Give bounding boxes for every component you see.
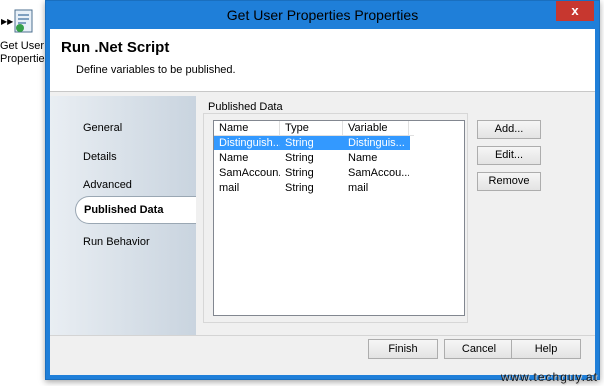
help-button[interactable]: Help bbox=[511, 339, 581, 359]
cell-type: String bbox=[285, 152, 314, 164]
nav-item-advanced[interactable]: Advanced bbox=[83, 179, 132, 191]
nav-item-label: Published Data bbox=[84, 204, 164, 216]
column-header-type[interactable]: Type bbox=[280, 121, 343, 135]
nav-item-details[interactable]: Details bbox=[83, 151, 117, 163]
properties-dialog: Get User Properties Properties x Run .Ne… bbox=[45, 0, 600, 380]
group-label: Published Data bbox=[208, 101, 283, 113]
cancel-button[interactable]: Cancel bbox=[444, 339, 514, 359]
remove-button[interactable]: Remove bbox=[477, 172, 541, 191]
add-button[interactable]: Add... bbox=[477, 120, 541, 139]
watermark: www.techguy.at bbox=[500, 370, 598, 384]
cell-type: String bbox=[285, 167, 314, 179]
table-row[interactable]: mail String mail bbox=[214, 181, 410, 195]
column-header-name[interactable]: Name bbox=[214, 121, 280, 135]
cell-variable: SamAccou... bbox=[348, 167, 409, 179]
script-icon bbox=[14, 9, 33, 33]
nav-item-run-behavior[interactable]: Run Behavior bbox=[83, 236, 150, 248]
finish-button[interactable]: Finish bbox=[368, 339, 438, 359]
cell-type: String bbox=[285, 182, 314, 194]
nav-item-published-data[interactable]: Published Data bbox=[75, 196, 196, 224]
table-row[interactable]: Name String Name bbox=[214, 151, 410, 165]
edit-button[interactable]: Edit... bbox=[477, 146, 541, 165]
cell-variable: Distinguis... bbox=[348, 137, 405, 149]
cell-name: SamAccoun... bbox=[219, 167, 280, 179]
runbook-activity[interactable]: ▶▶ Get User Properties bbox=[0, 0, 48, 80]
cell-variable: mail bbox=[348, 182, 369, 194]
table-row[interactable]: SamAccoun... String SamAccou... bbox=[214, 166, 410, 180]
footer-divider bbox=[50, 335, 595, 336]
window-title: Get User Properties Properties bbox=[226, 7, 419, 23]
cell-type: String bbox=[285, 137, 314, 149]
cell-name: mail bbox=[219, 182, 240, 194]
published-data-list[interactable]: Name Type Variable Distinguish... String D… bbox=[213, 120, 465, 316]
page-title: Run .Net Script bbox=[61, 39, 170, 56]
cell-name: Name bbox=[219, 152, 249, 164]
page-subtitle: Define variables to be published. bbox=[76, 64, 236, 76]
table-row[interactable]: Distinguish... String Distinguis... bbox=[214, 136, 410, 150]
nav-item-general[interactable]: General bbox=[83, 122, 122, 134]
header: Run .Net Script Define variables to be p… bbox=[50, 29, 595, 92]
list-header: Name Type Variable bbox=[214, 121, 414, 136]
column-header-variable[interactable]: Variable bbox=[343, 121, 409, 135]
dialog-client: Run .Net Script Define variables to be p… bbox=[50, 29, 595, 375]
nav-pane: General Details Advanced Published Data … bbox=[50, 96, 196, 335]
cell-variable: Name bbox=[348, 152, 378, 164]
activity-label: Get User Properties bbox=[0, 40, 48, 65]
close-button[interactable]: x bbox=[556, 1, 594, 21]
title-bar[interactable]: Get User Properties Properties x bbox=[46, 1, 599, 29]
cell-name: Distinguish... bbox=[219, 137, 280, 149]
